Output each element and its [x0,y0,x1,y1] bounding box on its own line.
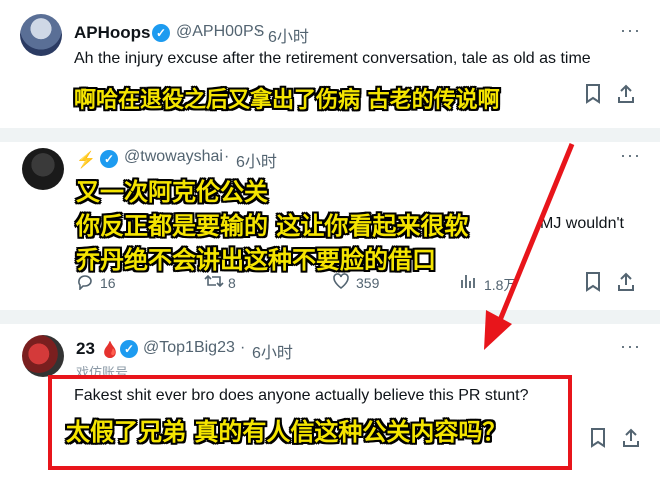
like-count: 359 [356,275,380,291]
tweet-text: Fakest shit ever bro does anyone actuall… [74,387,529,404]
translation-caption-line-2: 你反正都是要输的 这让你看起来很软 [76,212,469,240]
share-icon[interactable] [617,272,635,296]
avatar-top1big23[interactable] [22,335,64,377]
post-time[interactable]: 6小时 [236,148,277,172]
avatar-twowayshai[interactable] [22,148,64,190]
more-icon[interactable]: ··· [620,20,641,41]
like-icon[interactable] [332,272,350,294]
more-icon[interactable]: ··· [620,336,641,357]
bookmark-icon[interactable] [590,428,606,452]
author-handle[interactable]: @APH00PS [176,23,264,41]
post-time[interactable]: 6小时 [252,339,293,363]
reply-icon[interactable] [76,272,94,294]
retweet-count: 8 [228,275,236,291]
translation-caption-line-1: 又一次阿克伦公关 [76,178,268,206]
retweet-icon[interactable] [204,272,224,294]
verified-badge-icon: ✓ [100,150,118,168]
red-arrow-annotation [484,143,575,350]
author-name[interactable]: 23 [76,339,95,359]
tweet-text: Ah the injury excuse after the retiremen… [74,50,591,67]
share-icon[interactable] [622,428,640,452]
bookmark-icon[interactable] [585,84,601,108]
verified-badge-icon: ✓ [120,340,138,358]
translation-caption-line-3: 乔丹绝不会讲出这种不要脸的借口 [76,246,436,274]
separator-dot: · [240,339,246,356]
blood-drop-icon: 🩸 [100,342,120,359]
translation-caption: 太假了兄弟 真的有人信这种公关内容吗？ [66,418,507,446]
translation-caption: 啊哈在退役之后又拿出了伤病 古老的传说啊 [74,88,500,113]
avatar-aphoops[interactable] [20,14,62,56]
tweet-aphoops[interactable]: APHoops ✓ @APH00PS · 6小时 ··· Ah the inju… [0,0,660,128]
author-name[interactable]: APHoops [74,23,151,43]
reply-count: 16 [100,275,116,291]
lightning-emoji-icon: ⚡ [76,152,96,169]
author-handle[interactable]: @Top1Big23 [143,339,235,357]
separator-dot: · [224,148,230,165]
verified-badge-icon: ✓ [152,24,170,42]
post-time[interactable]: 6小时 [268,23,309,47]
more-icon[interactable]: ··· [620,145,641,166]
share-icon[interactable] [617,84,635,108]
separator-dot: · [256,23,262,40]
author-handle[interactable]: @twowayshai [124,148,223,166]
